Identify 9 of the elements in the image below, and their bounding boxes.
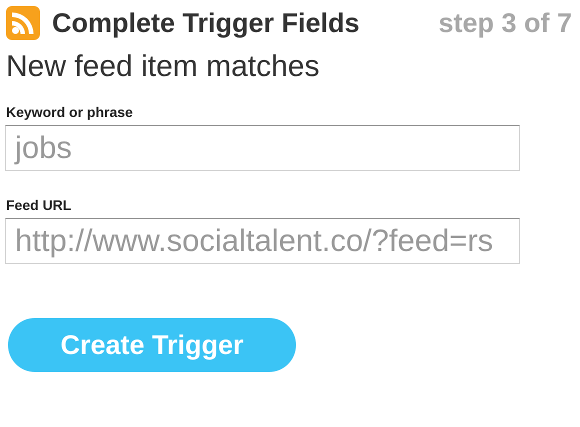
input-field[interactable]: http://www.socialtalent.co/?feed=rs [5, 218, 520, 264]
step-title: Complete Trigger Fields [52, 6, 360, 40]
input-field[interactable]: jobs [5, 125, 520, 171]
trigger-description: New feed item matches [6, 50, 320, 84]
step-counter: step 3 of 7 [438, 6, 572, 40]
rss-icon [6, 6, 40, 40]
field-label: Feed URL [6, 197, 72, 213]
create-trigger-button[interactable]: Create Trigger [8, 318, 296, 372]
field-label: Keyword or phrase [6, 104, 134, 120]
